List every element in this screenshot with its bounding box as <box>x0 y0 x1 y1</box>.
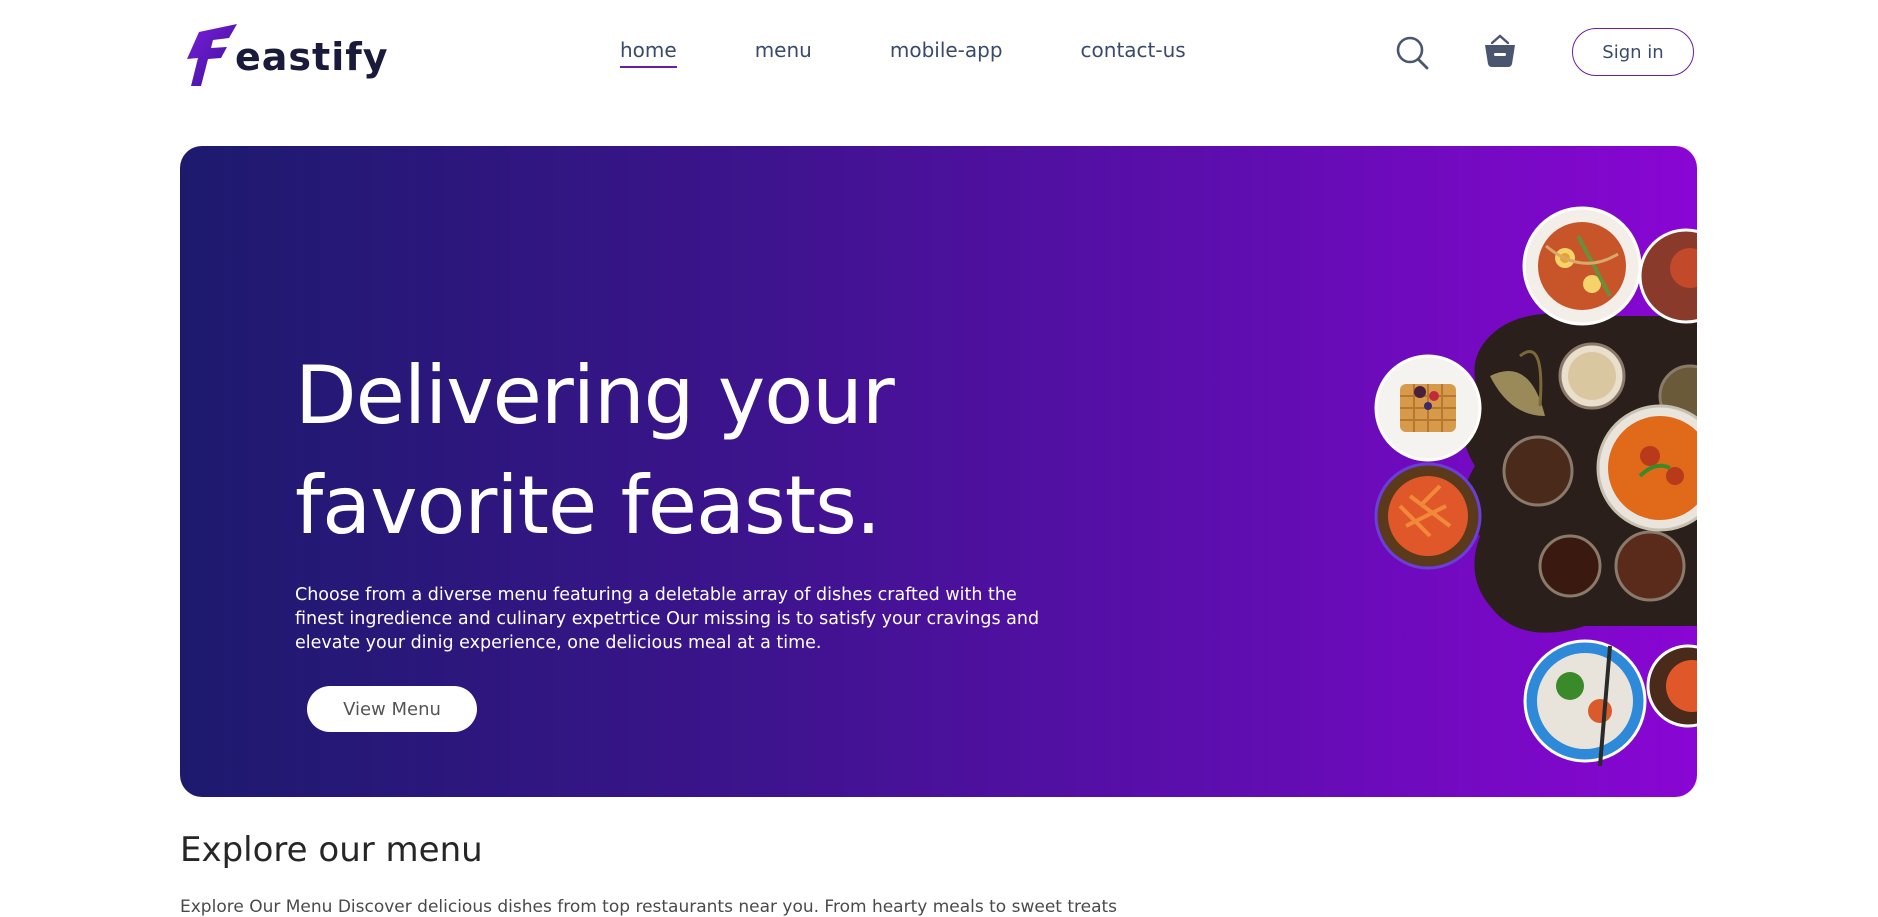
hero-description: Choose from a diverse menu featuring a d… <box>295 585 1040 653</box>
hero-title-line-1: Delivering your <box>295 349 895 442</box>
brand-name: eastify <box>235 35 389 79</box>
hero-banner: Delivering your favorite feasts. Choose … <box>180 146 1697 797</box>
nav-item-home[interactable]: home <box>620 38 677 68</box>
main-nav: home menu mobile-app contact-us <box>620 38 1186 68</box>
basket-icon[interactable] <box>1483 33 1517 69</box>
nav-item-menu[interactable]: menu <box>755 38 812 68</box>
hero-title: Delivering your favorite feasts. <box>295 341 1055 561</box>
view-menu-button[interactable]: View Menu <box>307 686 477 732</box>
nav-item-contact-us[interactable]: contact-us <box>1081 38 1186 68</box>
search-icon[interactable] <box>1395 35 1429 71</box>
brand-logo[interactable]: eastify <box>185 18 389 90</box>
hero-title-line-2: favorite feasts. <box>295 459 881 552</box>
food-collage-image <box>1374 206 1697 766</box>
explore-menu-description: Explore Our Menu Discover delicious dish… <box>180 897 1118 917</box>
sign-in-button[interactable]: Sign in <box>1572 28 1694 76</box>
nav-item-mobile-app[interactable]: mobile-app <box>890 38 1003 68</box>
explore-menu-title: Explore our menu <box>180 830 483 870</box>
